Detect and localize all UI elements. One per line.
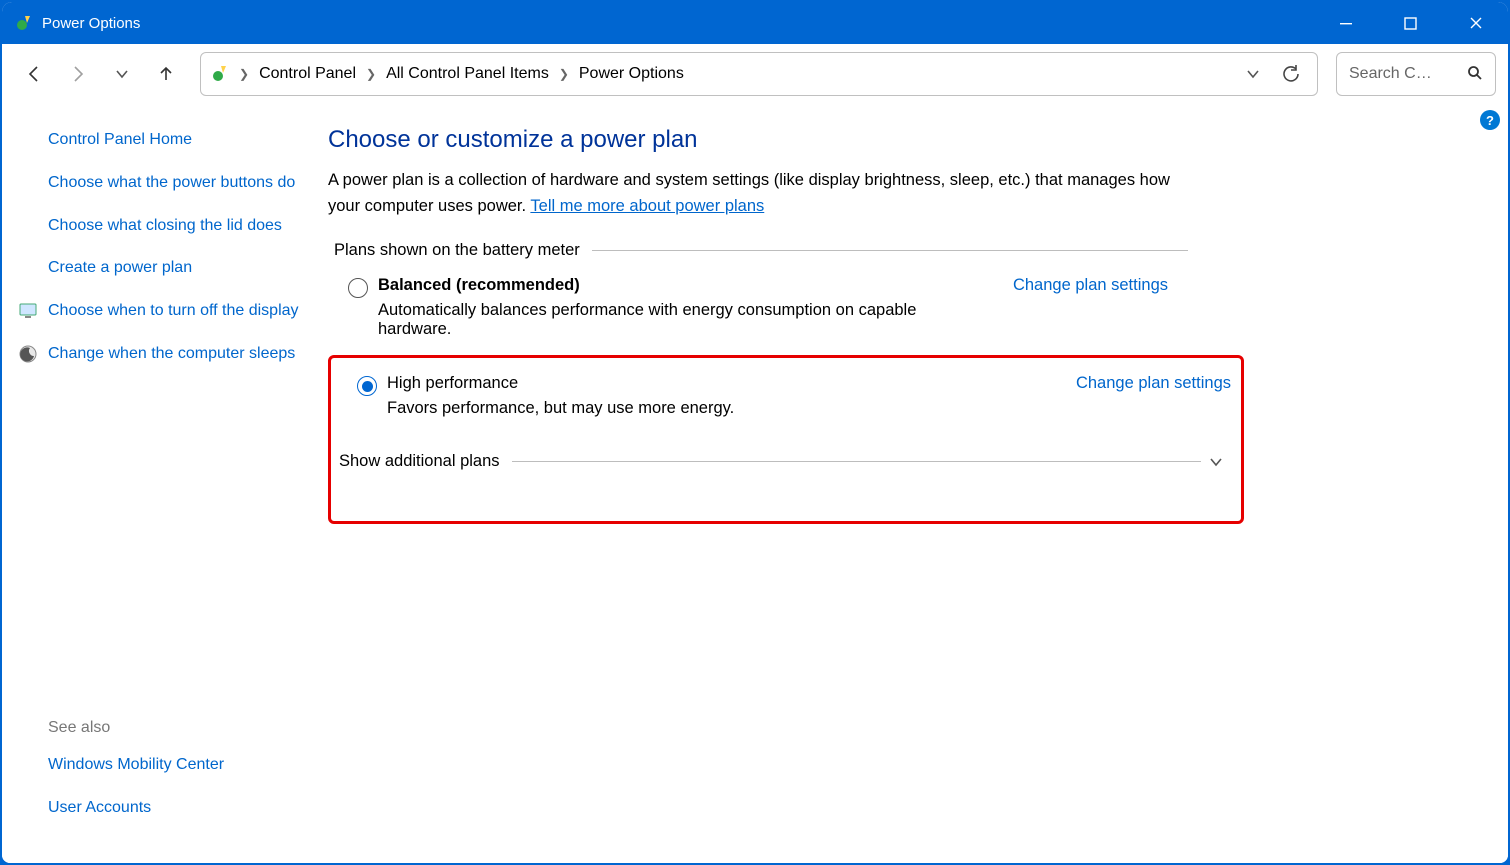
sidebar-link-power-buttons[interactable]: Choose what the power buttons do xyxy=(48,171,302,196)
chevron-down-icon xyxy=(1201,454,1231,470)
nav-recent-dropdown[interactable] xyxy=(102,54,142,94)
breadcrumb-all-items[interactable]: All Control Panel Items xyxy=(384,61,551,87)
additional-plans-header[interactable]: Show additional plans xyxy=(339,452,1231,471)
sidebar-link-closing-lid[interactable]: Choose what closing the lid does xyxy=(48,214,302,239)
sidebar-home-link[interactable]: Control Panel Home xyxy=(48,128,302,153)
sidebar-link-turn-off-display[interactable]: Choose when to turn off the display xyxy=(48,299,302,324)
maximize-button[interactable] xyxy=(1378,2,1443,44)
refresh-button[interactable] xyxy=(1273,56,1309,92)
divider xyxy=(512,461,1201,462)
nav-back-button[interactable] xyxy=(14,54,54,94)
search-placeholder: Search C… xyxy=(1349,65,1467,83)
plan-balanced-title: Balanced (recommended) xyxy=(378,276,993,295)
minimize-button[interactable] xyxy=(1313,2,1378,44)
plans-group-label: Plans shown on the battery meter xyxy=(334,241,580,260)
see-also-label: See also xyxy=(48,719,302,737)
search-icon xyxy=(1467,65,1483,84)
radio-high-performance[interactable] xyxy=(357,376,377,396)
divider xyxy=(592,250,1188,251)
address-icon xyxy=(209,63,231,85)
plan-balanced-sub: Automatically balances performance with … xyxy=(378,301,993,339)
app-icon xyxy=(14,13,34,33)
sidebar-link-user-accounts[interactable]: User Accounts xyxy=(48,796,302,821)
address-dropdown-button[interactable] xyxy=(1235,56,1271,92)
breadcrumb-power-options[interactable]: Power Options xyxy=(577,61,686,87)
breadcrumb-control-panel[interactable]: Control Panel xyxy=(257,61,358,87)
chevron-right-icon[interactable]: ❯ xyxy=(233,67,255,81)
sidebar-link-create-plan[interactable]: Create a power plan xyxy=(48,256,302,281)
main-content: Choose or customize a power plan A power… xyxy=(322,104,1508,863)
nav-row: ❯ Control Panel ❯ All Control Panel Item… xyxy=(2,44,1508,104)
radio-balanced[interactable] xyxy=(348,278,368,298)
change-plan-settings-balanced[interactable]: Change plan settings xyxy=(1013,276,1168,295)
change-plan-settings-high[interactable]: Change plan settings xyxy=(1076,374,1231,393)
chevron-right-icon[interactable]: ❯ xyxy=(553,67,575,81)
sidebar-link-computer-sleeps[interactable]: Change when the computer sleeps xyxy=(48,342,302,367)
nav-up-button[interactable] xyxy=(146,54,186,94)
additional-plans-label: Show additional plans xyxy=(339,452,500,471)
window-title: Power Options xyxy=(42,15,140,32)
address-bar[interactable]: ❯ Control Panel ❯ All Control Panel Item… xyxy=(200,52,1318,96)
close-button[interactable] xyxy=(1443,2,1508,44)
plan-balanced: Balanced (recommended) Automatically bal… xyxy=(328,276,1168,339)
page-title: Choose or customize a power plan xyxy=(328,126,1448,154)
moon-icon xyxy=(18,344,38,364)
search-input[interactable]: Search C… xyxy=(1336,52,1496,96)
sidebar-link-mobility-center[interactable]: Windows Mobility Center xyxy=(48,753,302,778)
monitor-icon xyxy=(18,301,38,321)
learn-more-link[interactable]: Tell me more about power plans xyxy=(530,197,764,215)
sidebar: Control Panel Home Choose what the power… xyxy=(2,104,322,863)
highlight-box: High performance Favors performance, but… xyxy=(328,355,1244,524)
page-description: A power plan is a collection of hardware… xyxy=(328,168,1198,219)
plan-high-performance: High performance Favors performance, but… xyxy=(337,374,1231,418)
titlebar: Power Options xyxy=(2,2,1508,44)
plan-high-sub: Favors performance, but may use more ene… xyxy=(387,399,1056,418)
plans-group-header: Plans shown on the battery meter xyxy=(328,241,1188,260)
chevron-right-icon[interactable]: ❯ xyxy=(360,67,382,81)
plan-high-title: High performance xyxy=(387,374,1056,393)
nav-forward-button[interactable] xyxy=(58,54,98,94)
